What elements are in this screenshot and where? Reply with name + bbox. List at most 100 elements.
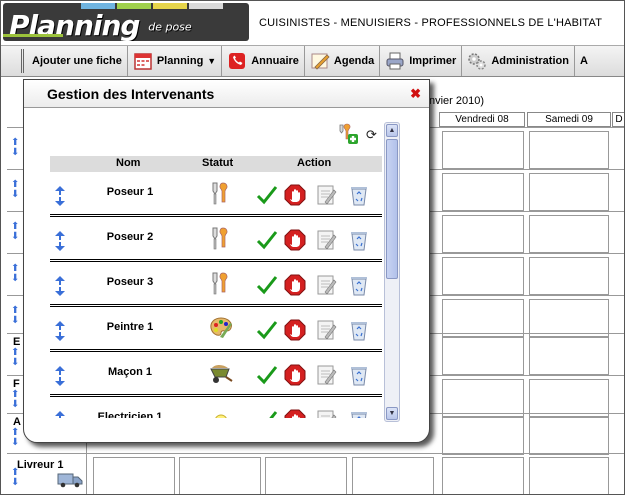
calendar-cell[interactable] — [529, 215, 609, 253]
row-label: Livreur 1 — [17, 459, 64, 471]
move-arrows-icon[interactable]: ⬆ ⬇ — [11, 222, 19, 242]
menu-item-ajouter-fiche[interactable]: Ajouter une fiche — [27, 46, 128, 76]
phonebook-icon — [227, 51, 247, 71]
move-arrows-icon[interactable] — [54, 411, 66, 418]
scroll-down-button[interactable]: ▼ — [386, 407, 398, 420]
recycle-bin-icon[interactable] — [348, 319, 370, 341]
menu-item-annuaire[interactable]: Annuaire — [222, 46, 305, 76]
move-arrows-icon[interactable]: ⬆ ⬇ — [11, 428, 19, 448]
menu-item-planning[interactable]: Planning ▼ — [128, 46, 223, 76]
calendar-cell[interactable] — [529, 457, 609, 494]
calendar-cell[interactable] — [265, 457, 347, 494]
header: Planning de pose CUISINISTES - MENUISIER… — [1, 1, 624, 43]
stop-icon[interactable] — [284, 229, 306, 251]
dialog-title: Gestion des Intervenants — [47, 86, 215, 102]
move-arrows-icon[interactable]: ⬆ ⬇ — [11, 138, 19, 158]
planning-logo[interactable]: Planning de pose — [3, 3, 249, 41]
refresh-icon[interactable]: ⟳ — [366, 127, 377, 143]
move-arrows-icon[interactable] — [54, 231, 66, 251]
intervenants-table: Nom Statut Action Poseur 1 Poseur 2 Poseur… — [50, 156, 382, 418]
table-row: Poseur 1 — [50, 172, 382, 217]
menu-item-label: A — [579, 55, 588, 67]
move-arrows-icon[interactable]: ⬆ ⬇ — [11, 390, 19, 410]
edit-note-icon[interactable] — [315, 364, 337, 386]
calendar-cell[interactable] — [352, 457, 434, 494]
calendar-cell[interactable] — [529, 337, 609, 375]
validate-check-icon[interactable] — [256, 319, 278, 341]
stop-icon[interactable] — [284, 319, 306, 341]
calendar-cell[interactable] — [442, 379, 524, 417]
move-arrows-icon[interactable]: ⬆ ⬇ — [11, 264, 19, 284]
menu-item-imprimer[interactable]: Imprimer — [380, 46, 463, 76]
table-row: Electricien 1 — [50, 397, 382, 418]
validate-check-icon[interactable] — [256, 184, 278, 206]
calendar-cell[interactable] — [442, 173, 524, 211]
menu-item-administration[interactable]: Administration — [462, 46, 575, 76]
calendar-cell[interactable] — [442, 215, 524, 253]
row-header: Livreur 1 ⬆ ⬇ — [7, 454, 87, 494]
move-arrows-icon[interactable] — [54, 186, 66, 206]
add-intervenant-icon[interactable] — [336, 122, 360, 146]
calendar-cell[interactable] — [529, 173, 609, 211]
validate-check-icon[interactable] — [256, 274, 278, 296]
menu-item-agenda[interactable]: Agenda — [305, 46, 381, 76]
calendar-cell[interactable] — [442, 131, 524, 169]
move-arrows-icon[interactable] — [54, 366, 66, 386]
gears-icon — [467, 51, 487, 71]
day-header: Vendredi 08 — [439, 112, 525, 127]
tools-icon — [208, 225, 234, 251]
paint-palette-icon — [208, 315, 234, 341]
calendar-cell[interactable] — [179, 457, 261, 494]
recycle-bin-icon[interactable] — [348, 184, 370, 206]
edit-note-icon[interactable] — [315, 319, 337, 341]
edit-note-icon[interactable] — [315, 409, 337, 418]
intervenant-name: Poseur 1 — [106, 186, 154, 198]
calendar-cell[interactable] — [442, 337, 524, 375]
recycle-bin-icon[interactable] — [348, 274, 370, 296]
stop-icon[interactable] — [284, 274, 306, 296]
validate-check-icon[interactable] — [256, 229, 278, 251]
recycle-bin-icon[interactable] — [348, 364, 370, 386]
stop-icon[interactable] — [284, 364, 306, 386]
edit-note-icon[interactable] — [315, 229, 337, 251]
calendar-cell[interactable] — [529, 379, 609, 417]
calendar-cell[interactable] — [442, 257, 524, 295]
menu-item-label: Imprimer — [409, 55, 457, 67]
move-arrows-icon[interactable] — [54, 321, 66, 341]
scroll-up-button[interactable]: ▲ — [386, 124, 398, 137]
recycle-bin-icon[interactable] — [348, 229, 370, 251]
dialog-titlebar[interactable]: Gestion des Intervenants ✖ — [24, 80, 429, 108]
stop-icon[interactable] — [284, 184, 306, 206]
menu-item-label: Ajouter une fiche — [32, 55, 122, 67]
menu-item-label: Planning — [156, 55, 204, 67]
day-header: Samedi 09 — [527, 112, 611, 127]
edit-note-icon[interactable] — [315, 184, 337, 206]
stop-icon[interactable] — [284, 409, 306, 418]
calendar-cell[interactable] — [529, 417, 609, 455]
move-arrows-icon[interactable] — [54, 276, 66, 296]
move-arrows-icon[interactable]: ⬆ ⬇ — [11, 180, 19, 200]
dialog-scrollbar[interactable]: ▲ ▼ — [384, 122, 400, 422]
recycle-bin-icon[interactable] — [348, 409, 370, 418]
edit-note-icon[interactable] — [315, 274, 337, 296]
calendar-cell[interactable] — [529, 257, 609, 295]
tagline: CUISINISTES - MENUISIERS - PROFESSIONNEL… — [259, 17, 603, 29]
calendar-row: Livreur 1 ⬆ ⬇ — [7, 453, 624, 494]
move-arrows-icon[interactable]: ⬆ ⬇ — [11, 468, 19, 488]
calendar-cell[interactable] — [529, 299, 609, 337]
calendar-cell[interactable] — [442, 417, 524, 455]
calendar-cell[interactable] — [93, 457, 175, 494]
menu-item-truncated[interactable]: A — [575, 46, 593, 76]
calendar-cell[interactable] — [529, 131, 609, 169]
lightbulb-icon — [208, 405, 234, 418]
agenda-pen-icon — [310, 51, 330, 71]
calendar-cell[interactable] — [442, 457, 524, 494]
close-icon[interactable]: ✖ — [410, 86, 421, 102]
scroll-thumb[interactable] — [386, 139, 398, 279]
move-arrows-icon[interactable]: ⬆ ⬇ — [11, 306, 19, 326]
app-window: Planning de pose CUISINISTES - MENUISIER… — [0, 0, 625, 495]
calendar-cell[interactable] — [442, 299, 524, 337]
move-arrows-icon[interactable]: ⬆ ⬇ — [11, 348, 19, 368]
validate-check-icon[interactable] — [256, 364, 278, 386]
validate-check-icon[interactable] — [256, 409, 278, 418]
